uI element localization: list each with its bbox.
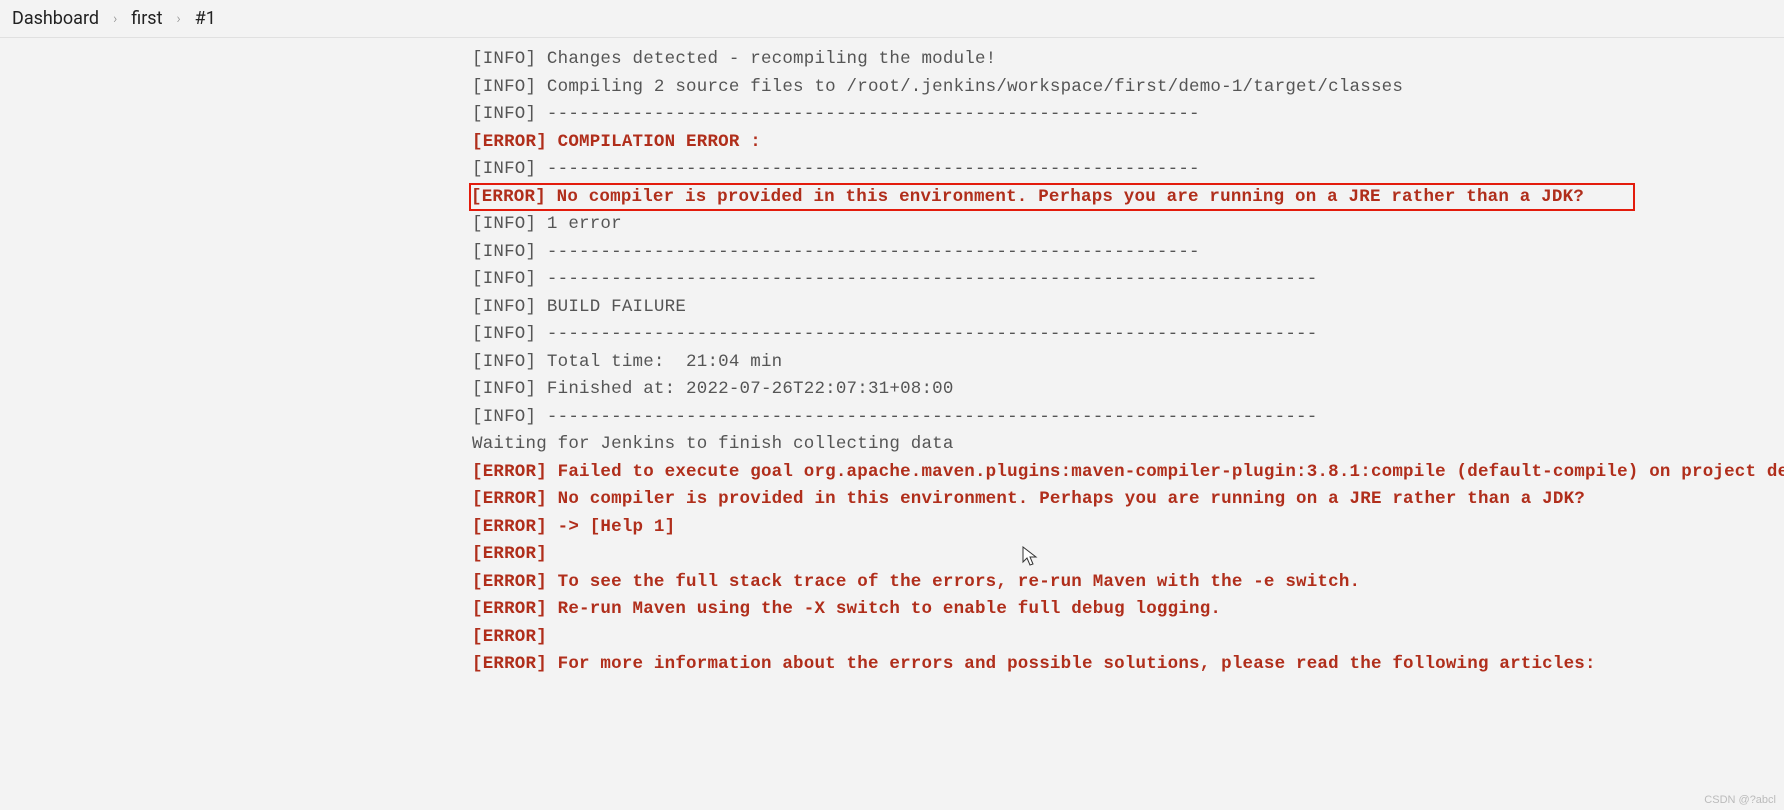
chevron-right-icon: › — [171, 11, 187, 27]
console-line: [INFO] ---------------------------------… — [472, 156, 1784, 184]
console-line: [INFO] ---------------------------------… — [472, 404, 1784, 432]
console-line: [ERROR] No compiler is provided in this … — [472, 486, 1784, 514]
console-line: [ERROR] -> [Help 1] — [472, 514, 1784, 542]
console-line: [ERROR] Failed to execute goal org.apach… — [472, 459, 1784, 487]
console-line: [ERROR] — [472, 541, 1784, 569]
console-line: [INFO] Finished at: 2022-07-26T22:07:31+… — [472, 376, 1784, 404]
console-line: [INFO] ---------------------------------… — [472, 239, 1784, 267]
watermark: CSDN @?abcl — [1704, 794, 1776, 806]
console-line: [INFO] Total time: 21:04 min — [472, 349, 1784, 377]
highlighted-error-line: [ERROR] No compiler is provided in this … — [469, 183, 1635, 211]
console-line: [ERROR] Re-run Maven using the -X switch… — [472, 596, 1784, 624]
console-line: [ERROR] — [472, 624, 1784, 652]
console-line: [INFO] ---------------------------------… — [472, 321, 1784, 349]
console-line: [INFO] BUILD FAILURE — [472, 294, 1784, 322]
chevron-right-icon: › — [107, 11, 123, 27]
console-output: [INFO] Changes detected - recompiling th… — [0, 38, 1784, 687]
console-line: Waiting for Jenkins to finish collecting… — [472, 431, 1784, 459]
console-line: [ERROR] COMPILATION ERROR : — [472, 129, 1784, 157]
console-line: [INFO] ---------------------------------… — [472, 101, 1784, 129]
console-line: [ERROR] To see the full stack trace of t… — [472, 569, 1784, 597]
console-line: [INFO] ---------------------------------… — [472, 266, 1784, 294]
breadcrumb-item-dashboard[interactable]: Dashboard — [12, 8, 99, 29]
breadcrumb-item-build[interactable]: #1 — [195, 8, 216, 29]
console-line: [INFO] Changes detected - recompiling th… — [472, 46, 1784, 74]
breadcrumb: Dashboard › first › #1 — [0, 0, 1784, 38]
console-line: [ERROR] For more information about the e… — [472, 651, 1784, 679]
console-line: [INFO] 1 error — [472, 211, 1784, 239]
console-line: [INFO] Compiling 2 source files to /root… — [472, 74, 1784, 102]
console-line: [ERROR] No compiler is provided in this … — [472, 184, 1784, 212]
breadcrumb-item-job[interactable]: first — [131, 8, 162, 29]
